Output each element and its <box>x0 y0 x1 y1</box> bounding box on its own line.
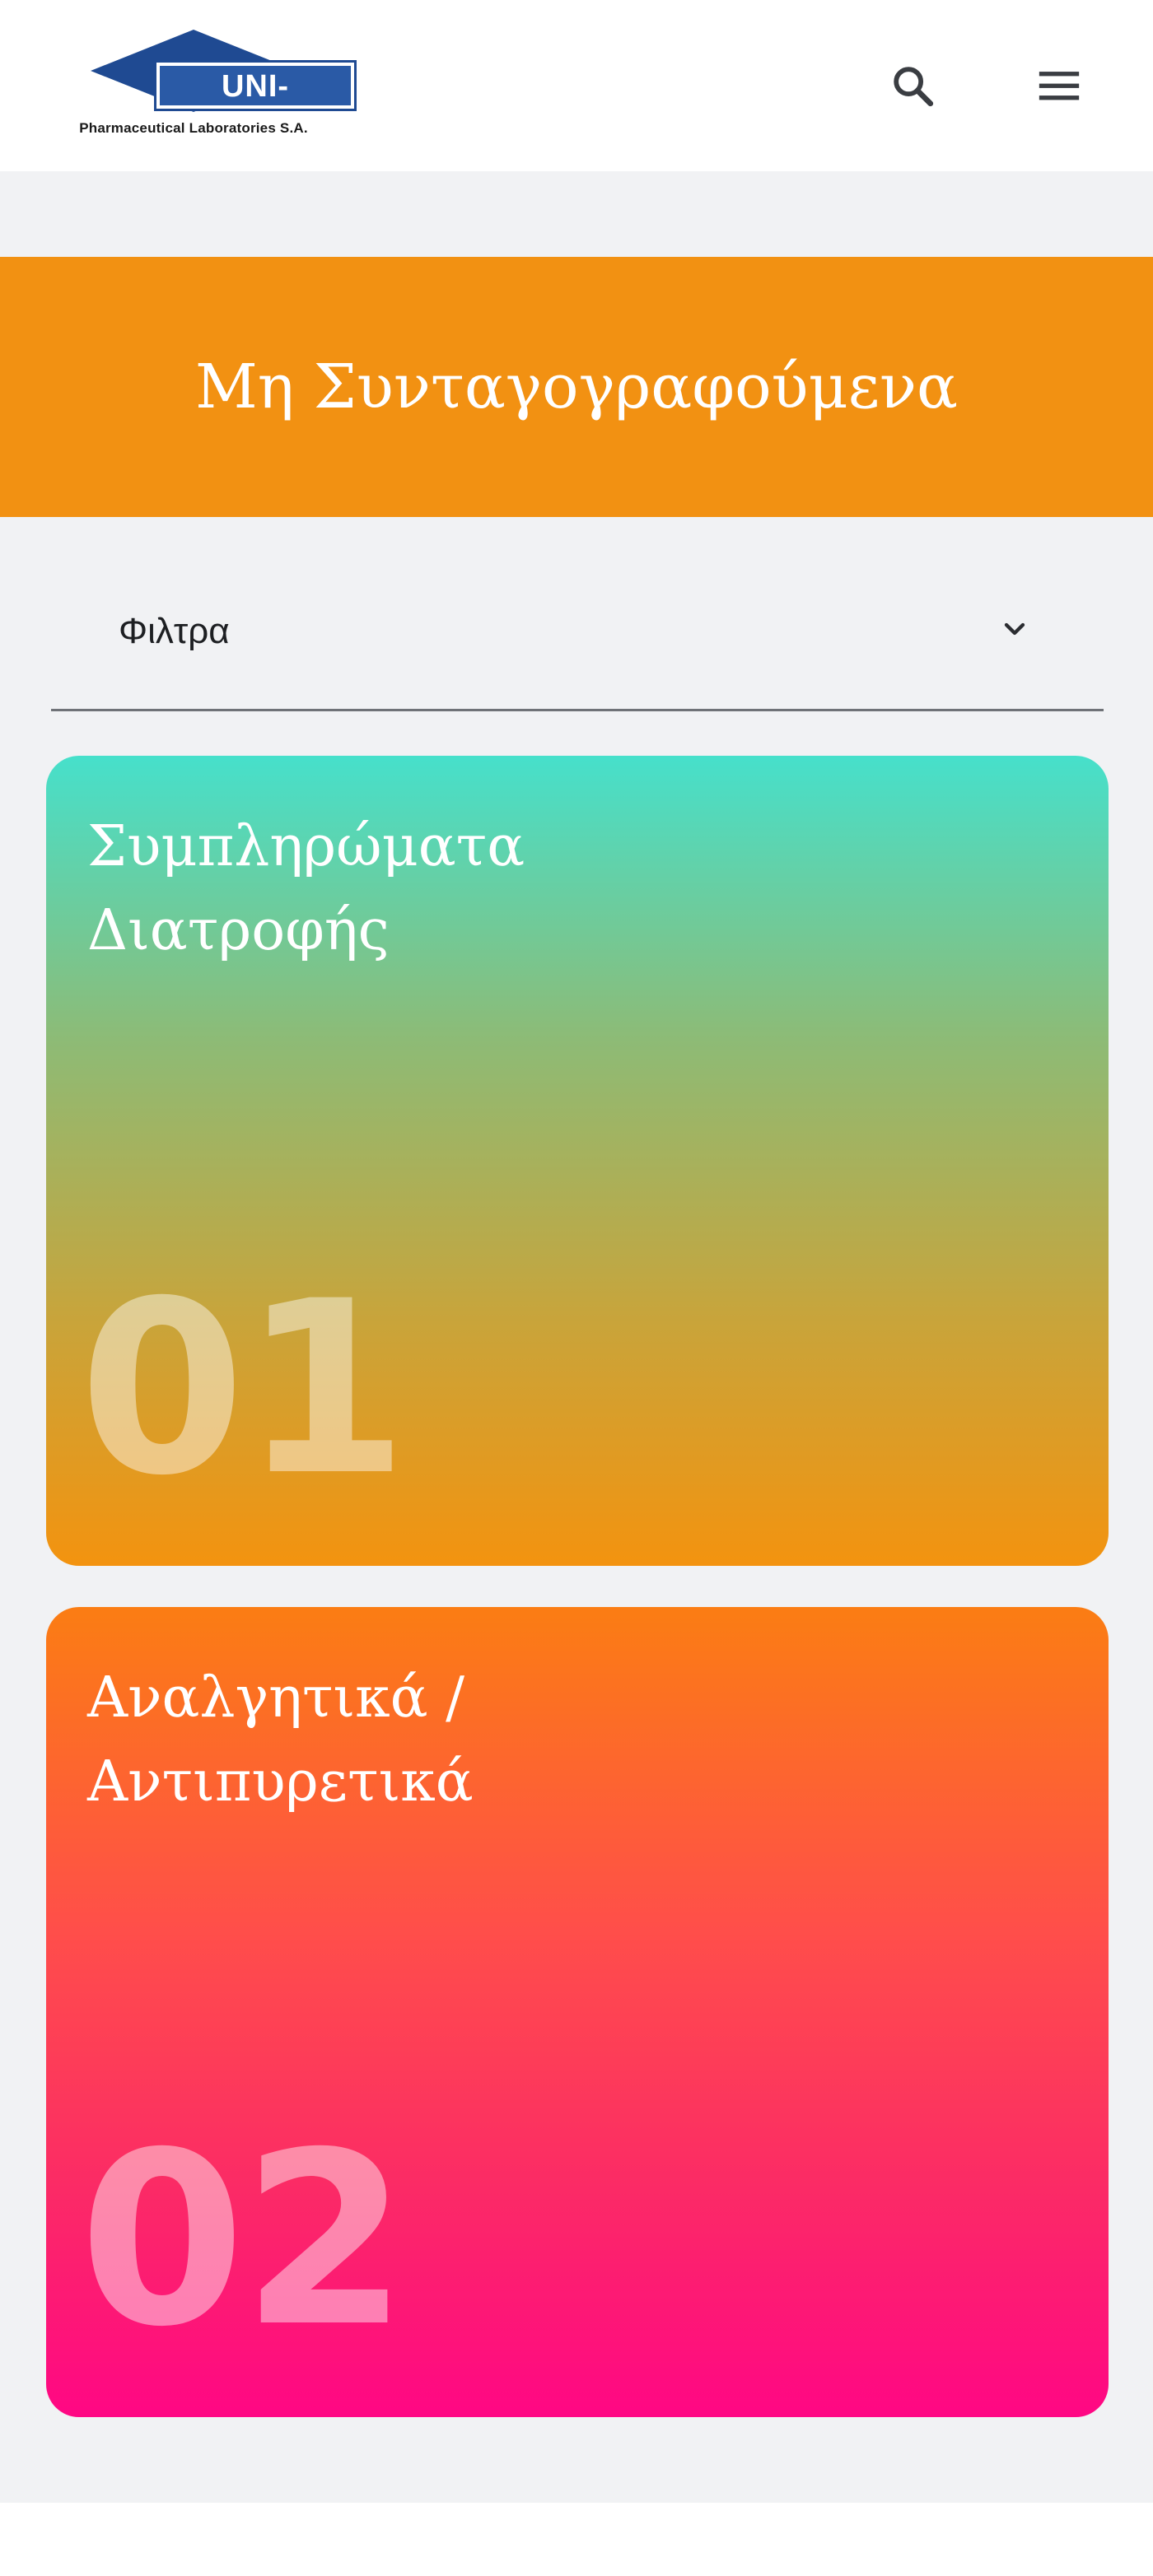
search-icon <box>894 67 934 107</box>
category-card-analgesics-antipyretics[interactable]: Αναλγητικά / Αντιπυρετικά 02 <box>46 1607 1109 2417</box>
category-number: 02 <box>79 2102 408 2379</box>
category-title-line: Αντιπυρετικά <box>87 1749 474 1814</box>
category-title: Συμπληρώματα Διατροφής <box>87 805 664 973</box>
filter-dropdown[interactable]: Φιλτρα <box>51 566 1104 711</box>
page-footer <box>0 2503 1153 2576</box>
category-title-line: Συμπληρώματα <box>87 814 525 879</box>
category-number: 01 <box>79 1251 408 1528</box>
category-card-dietary-supplements[interactable]: Συμπληρώματα Διατροφής 01 <box>46 756 1109 1566</box>
logo-wordmark: UNI-PHARMA <box>154 60 357 145</box>
page-title: Μη Συνταγογραφούμενα <box>194 352 959 422</box>
category-title: Αναλγητικά / Αντιπυρετικά <box>87 1656 664 1824</box>
filter-label: Φιλτρα <box>119 611 230 651</box>
main-content: Μη Συνταγογραφούμενα Φιλτρα Συμπληρώματα… <box>0 171 1153 2503</box>
search-button[interactable] <box>880 53 945 119</box>
uni-pharma-logo[interactable]: UNI-PHARMA Pharmaceutical Laboratories S… <box>66 30 357 145</box>
chevron-down-icon <box>997 611 1033 647</box>
menu-button[interactable] <box>1026 53 1092 119</box>
hamburger-menu-icon <box>1039 72 1080 100</box>
logo-subtitle: Pharmaceutical Laboratories S.A. <box>79 120 308 136</box>
category-title-line: Διατροφής <box>87 898 390 963</box>
site-header: UNI-PHARMA Pharmaceutical Laboratories S… <box>0 0 1153 171</box>
page-banner: Μη Συνταγογραφούμενα <box>0 257 1153 517</box>
category-title-line: Αναλγητικά / <box>87 1665 465 1731</box>
